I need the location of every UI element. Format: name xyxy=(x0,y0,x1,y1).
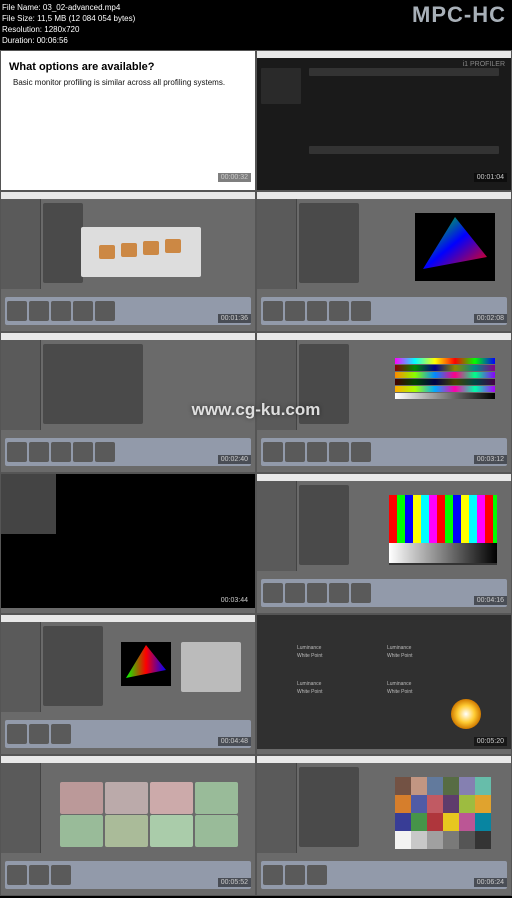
timestamp: 00:04:16 xyxy=(474,596,507,605)
workflow-button[interactable] xyxy=(29,301,49,321)
resolution-row: Resolution: 1280x720 xyxy=(2,24,135,35)
timestamp: 00:03:44 xyxy=(218,596,251,605)
workflow-button[interactable] xyxy=(7,724,27,744)
i1-profiler-label: i1 PROFILER xyxy=(463,61,505,68)
timestamp: 00:04:48 xyxy=(218,737,251,746)
thumbnail-4[interactable]: 00:02:08 xyxy=(256,191,512,332)
workflow-row xyxy=(5,861,251,889)
thumbnail-9[interactable]: 00:04:48 xyxy=(0,614,256,755)
workflow-button[interactable] xyxy=(285,442,305,462)
workflow-button[interactable] xyxy=(73,442,93,462)
color-checker xyxy=(395,777,491,849)
workflow-row xyxy=(5,297,251,325)
timestamp: 00:03:12 xyxy=(474,455,507,464)
workflow-button[interactable] xyxy=(285,301,305,321)
workflow-button[interactable] xyxy=(29,865,49,885)
thumbnail-8[interactable]: 00:04:16 xyxy=(256,473,512,614)
workflow-button[interactable] xyxy=(307,865,327,885)
thumbnail-12[interactable]: 00:06:24 xyxy=(256,755,512,896)
workflow-row xyxy=(5,438,251,466)
gamut-small xyxy=(121,642,171,686)
quality-grid xyxy=(59,781,239,847)
workflow-row xyxy=(261,861,507,889)
workflow-button[interactable] xyxy=(7,865,27,885)
workflow-row xyxy=(261,438,507,466)
workflow-button[interactable] xyxy=(351,583,371,603)
slide-text: Basic monitor profiling is similar acros… xyxy=(1,77,255,88)
workflow-button[interactable] xyxy=(51,865,71,885)
timestamp: 00:02:08 xyxy=(474,314,507,323)
workflow-button[interactable] xyxy=(351,301,371,321)
timestamp: 00:06:24 xyxy=(474,878,507,887)
thumbnail-grid: What options are available? Basic monito… xyxy=(0,50,512,896)
workflow-button[interactable] xyxy=(263,442,283,462)
timestamp: 00:01:36 xyxy=(218,314,251,323)
thumbnail-11[interactable]: 00:05:52 xyxy=(0,755,256,896)
measurement-patches xyxy=(389,495,497,565)
thumbnail-2[interactable]: i1 PROFILER 00:01:04 xyxy=(256,50,512,191)
file-name-row: File Name: 03_02-advanced.mp4 xyxy=(2,2,135,13)
workflow-button[interactable] xyxy=(7,301,27,321)
workflow-button[interactable] xyxy=(263,301,283,321)
file-info-panel: File Name: 03_02-advanced.mp4 File Size:… xyxy=(2,2,135,46)
timestamp: 00:01:04 xyxy=(474,173,507,182)
workflow-button[interactable] xyxy=(51,724,71,744)
workflow-button[interactable] xyxy=(95,301,115,321)
workflow-button[interactable] xyxy=(351,442,371,462)
thumbnail-10[interactable]: Luminance White Point Luminance White Po… xyxy=(256,614,512,755)
workflow-button[interactable] xyxy=(51,301,71,321)
workflow-button[interactable] xyxy=(307,583,327,603)
workflow-button[interactable] xyxy=(29,724,49,744)
workflow-button[interactable] xyxy=(329,583,349,603)
workflow-row xyxy=(261,579,507,607)
timestamp: 00:05:52 xyxy=(218,878,251,887)
thumbnail-1[interactable]: What options are available? Basic monito… xyxy=(0,50,256,191)
device-preview xyxy=(81,227,201,277)
app-title: MPC-HC xyxy=(412,2,506,28)
timestamp: 00:05:20 xyxy=(474,737,507,746)
workflow-button[interactable] xyxy=(95,442,115,462)
workflow-button[interactable] xyxy=(263,583,283,603)
workflow-button[interactable] xyxy=(51,442,71,462)
workflow-button[interactable] xyxy=(329,442,349,462)
slide-title: What options are available? xyxy=(1,51,255,77)
workflow-button[interactable] xyxy=(285,583,305,603)
workflow-button[interactable] xyxy=(307,442,327,462)
workflow-button[interactable] xyxy=(73,301,93,321)
sun-glare-icon xyxy=(451,699,481,729)
workflow-button[interactable] xyxy=(263,865,283,885)
workflow-button[interactable] xyxy=(29,442,49,462)
workflow-button[interactable] xyxy=(329,301,349,321)
thumbnail-3[interactable]: 00:01:36 xyxy=(0,191,256,332)
gamut-preview xyxy=(415,213,495,281)
thumbnail-7[interactable]: 00:03:44 xyxy=(0,473,256,614)
workflow-button[interactable] xyxy=(285,865,305,885)
file-size-row: File Size: 11,5 MB (12 084 054 bytes) xyxy=(2,13,135,24)
watermark-text: www.cg-ku.com xyxy=(0,400,512,420)
duration-row: Duration: 00:06:56 xyxy=(2,35,135,46)
timestamp: 00:02:40 xyxy=(218,455,251,464)
workflow-button[interactable] xyxy=(7,442,27,462)
workflow-row xyxy=(261,297,507,325)
workflow-row xyxy=(5,720,251,748)
timestamp: 00:00:32 xyxy=(218,173,251,182)
workflow-button[interactable] xyxy=(307,301,327,321)
